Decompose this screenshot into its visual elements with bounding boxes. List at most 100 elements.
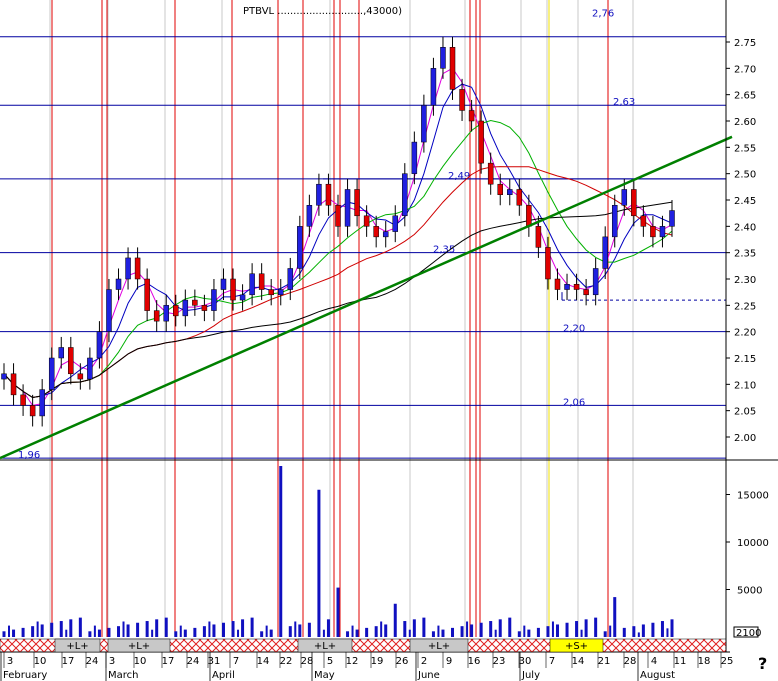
- day-label: 10: [134, 656, 147, 667]
- candle-body: [48, 357, 55, 390]
- price-tick-label: 2.70: [734, 64, 756, 75]
- volume-bar: [523, 625, 526, 637]
- grid-layer: [49, 0, 634, 637]
- candle-body: [459, 89, 465, 111]
- signal-bar-label: +L+: [128, 641, 150, 652]
- volume-bar: [97, 629, 101, 637]
- candle-body: [497, 183, 503, 195]
- volume-bar: [260, 631, 264, 637]
- level-label: 2,63: [613, 97, 635, 108]
- candle-body: [373, 226, 379, 238]
- volume-bar: [670, 619, 674, 637]
- price-tick-label: 2.20: [734, 328, 756, 339]
- volume-bar: [594, 617, 598, 637]
- help-icon[interactable]: ?: [758, 654, 767, 673]
- candle-body: [449, 47, 456, 90]
- day-label: 28: [624, 656, 637, 667]
- candle-body: [631, 189, 637, 217]
- candle-body: [392, 215, 399, 232]
- candle-body: [659, 226, 666, 238]
- volume-bar: [212, 624, 216, 637]
- day-label: 5: [327, 656, 333, 667]
- volume-bar: [460, 626, 464, 637]
- volume-bar: [136, 622, 140, 637]
- candle-body: [545, 247, 551, 280]
- volume-bar: [250, 617, 254, 637]
- volume-bar: [451, 627, 455, 637]
- candle-body: [211, 289, 217, 311]
- candle-body: [535, 226, 542, 248]
- level-label: 1,96: [18, 450, 40, 461]
- day-label: 30: [519, 656, 532, 667]
- volume-bar: [208, 621, 211, 637]
- candle-body: [430, 68, 437, 106]
- candle-body: [478, 120, 484, 164]
- volume-bar: [69, 619, 73, 637]
- candle-body: [96, 331, 103, 359]
- price-tick-label: 2.65: [734, 91, 756, 102]
- day-label: 24: [86, 656, 99, 667]
- volume-bar: [517, 631, 521, 637]
- moving-average-line: [3, 83, 673, 399]
- x-axis-labels: 3 10 17 24 3 10 17 24 31 7 14 22 28 5 12 19 26 2 9 16 23 30 7 1…: [0, 652, 734, 681]
- day-label: 25: [721, 656, 734, 667]
- candle-body: [411, 141, 418, 174]
- volume-bar: [88, 631, 92, 637]
- candle-body: [144, 278, 150, 311]
- day-label: 17: [62, 656, 75, 667]
- volume-bar: [31, 626, 35, 637]
- candle-body: [507, 189, 513, 195]
- candle-body: [573, 284, 580, 290]
- candle-body: [115, 278, 122, 290]
- day-label: 16: [468, 656, 481, 667]
- price-tick-label: 2.05: [734, 407, 756, 418]
- month-label: March: [108, 670, 138, 681]
- level-label: 2,76: [592, 9, 614, 20]
- volume-bar: [164, 617, 168, 637]
- candle-body: [153, 310, 160, 322]
- candle-body: [621, 189, 628, 206]
- price-tick-label: 2.60: [734, 117, 756, 128]
- candle-body: [39, 389, 45, 417]
- level-label: 2,20: [563, 324, 585, 335]
- candle-body: [554, 278, 561, 290]
- moving-average-line: [3, 119, 673, 399]
- day-label: 28: [301, 656, 314, 667]
- candle-body: [258, 273, 265, 290]
- volume-bar: [393, 603, 397, 637]
- volume-bar: [307, 622, 311, 637]
- volume-bar: [666, 628, 669, 637]
- volume-bar: [479, 622, 483, 637]
- price-tick-label: 2.40: [734, 222, 756, 233]
- candle-body: [230, 278, 236, 301]
- volume-bar: [93, 625, 96, 637]
- volume-bar: [122, 621, 125, 637]
- candle-body: [526, 205, 532, 227]
- volume-bar: [231, 621, 235, 637]
- day-label: 14: [257, 656, 270, 667]
- price-tick-label: 2.75: [734, 38, 756, 49]
- candle-body: [201, 305, 208, 311]
- volume-bar: [546, 626, 550, 637]
- volume-bar: [351, 625, 354, 637]
- volume-bar: [279, 466, 283, 637]
- volume-bar: [355, 629, 359, 637]
- candle-body: [173, 305, 179, 317]
- corner-label: 2100: [736, 628, 761, 639]
- candle-body: [402, 173, 408, 217]
- candle-body: [650, 226, 656, 238]
- volume-bar: [298, 624, 302, 637]
- volume-bar: [565, 622, 569, 637]
- candle-body: [669, 210, 675, 227]
- candle-body: [306, 205, 313, 227]
- volume-bar: [288, 626, 292, 637]
- volume-bar: [609, 625, 612, 637]
- volume-bar: [365, 627, 369, 637]
- candle-body: [297, 226, 303, 269]
- volume-bar: [202, 626, 206, 637]
- month-label: February: [3, 670, 47, 681]
- day-label: 22: [280, 656, 293, 667]
- volume-bar: [380, 621, 383, 637]
- volume-bar: [59, 621, 63, 637]
- volume-bar: [584, 619, 588, 637]
